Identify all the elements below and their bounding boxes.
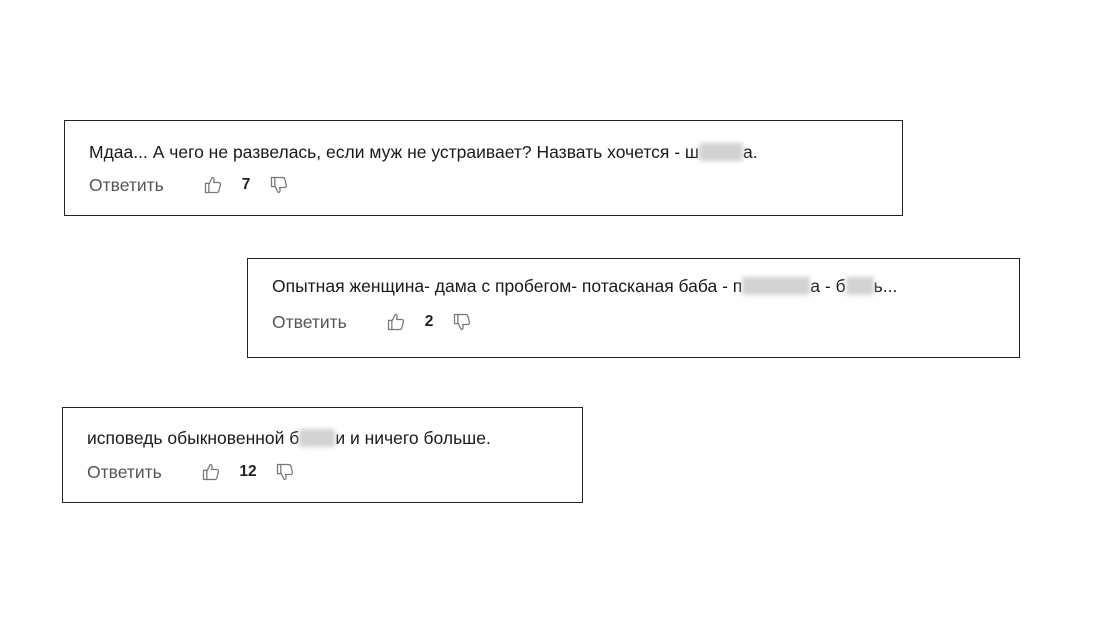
redacted-word <box>698 143 743 161</box>
comment-card: исповедь обыкновенной б и и ничего больше… <box>62 407 583 503</box>
reply-button[interactable]: Ответить <box>272 312 385 333</box>
comment-text-part: Мдаа... А чего не развелась, если муж не… <box>89 142 699 162</box>
comment-actions: Ответить 2 <box>272 310 473 334</box>
reply-button[interactable]: Ответить <box>87 462 200 483</box>
thumbs-up-icon[interactable] <box>202 174 224 196</box>
thumbs-up-icon[interactable] <box>200 461 222 483</box>
comment-card: Мдаа... А чего не развелась, если муж не… <box>64 120 903 216</box>
thumbs-down-icon[interactable] <box>274 461 296 483</box>
comment-card: Опытная женщина- дама с пробегом- потаск… <box>247 258 1020 358</box>
redacted-word <box>742 277 811 295</box>
thumbs-up-icon[interactable] <box>385 311 407 333</box>
like-count: 7 <box>241 176 251 193</box>
comment-text-part: исповедь обыкновенной б <box>87 428 300 448</box>
thumbs-down-icon[interactable] <box>451 311 473 333</box>
reply-button[interactable]: Ответить <box>89 175 202 196</box>
redacted-word <box>845 277 874 295</box>
comment-text: исповедь обыкновенной б и и ничего больше… <box>87 427 491 449</box>
comment-text-part: а - б <box>810 276 846 296</box>
comment-actions: Ответить 7 <box>89 173 290 197</box>
comment-text-part: Опытная женщина- дама с пробегом- потаск… <box>272 276 743 296</box>
redacted-word <box>299 429 336 447</box>
comment-text-part: и и ничего больше. <box>335 428 491 448</box>
comment-text-part: а. <box>742 142 758 162</box>
thumbs-down-icon[interactable] <box>268 174 290 196</box>
comment-text-part: ь... <box>873 276 898 296</box>
like-count: 12 <box>239 463 257 480</box>
like-count: 2 <box>424 313 434 330</box>
comment-text: Мдаа... А чего не развелась, если муж не… <box>89 141 758 163</box>
comment-actions: Ответить 12 <box>87 460 296 484</box>
comment-text: Опытная женщина- дама с пробегом- потаск… <box>272 275 897 297</box>
